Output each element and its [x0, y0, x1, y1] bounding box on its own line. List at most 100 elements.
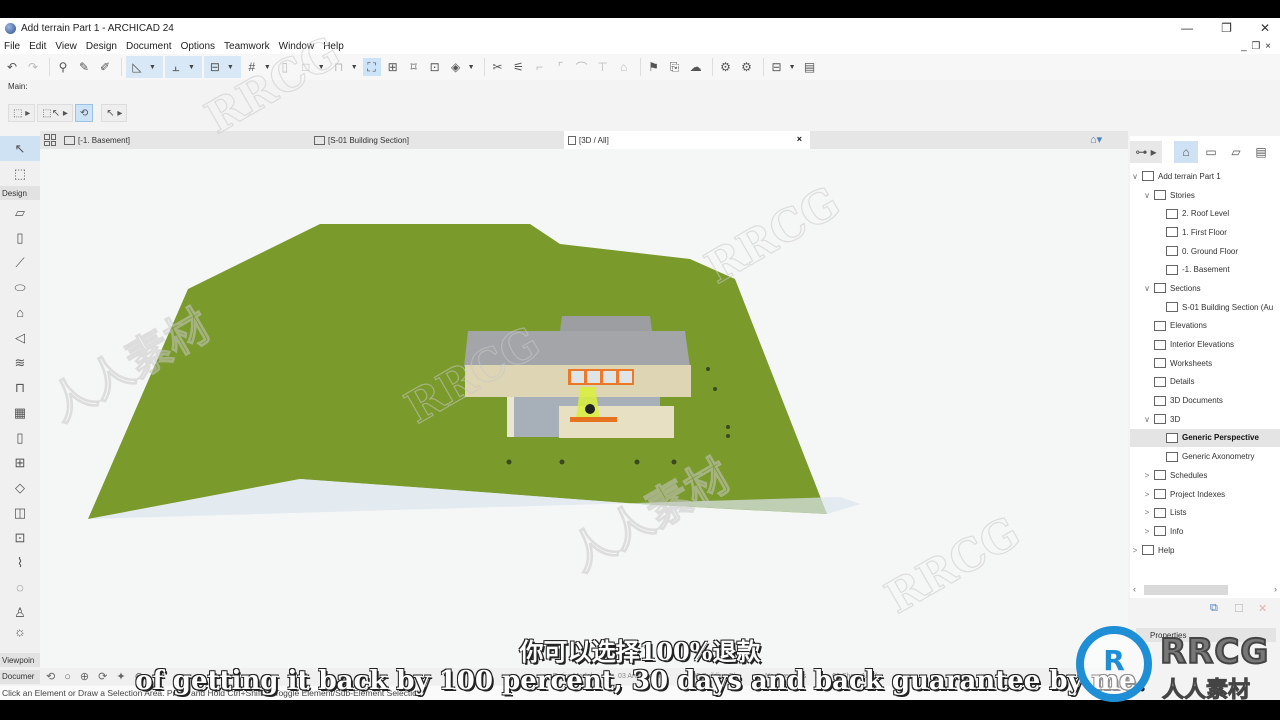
publisher-sets-icon[interactable]: ▤ — [1249, 141, 1273, 163]
organizer-icon[interactable]: ⊶ ▸ — [1130, 141, 1162, 163]
offset-icon[interactable]: ⌜ — [552, 58, 570, 76]
layout-book-icon[interactable]: ▱ — [1224, 141, 1248, 163]
render-3d-icon[interactable]: ◈ — [447, 58, 465, 76]
menu-window[interactable]: Window — [279, 41, 315, 52]
menu-help[interactable]: Help — [323, 41, 344, 52]
tree-item[interactable]: ∨ 3D — [1130, 410, 1280, 429]
scroll-left-arrow-icon[interactable]: ‹ — [1133, 584, 1136, 594]
tree-item[interactable]: Generic Axonometry — [1130, 447, 1280, 466]
find-select-icon[interactable]: ⚲ — [54, 58, 72, 76]
tree-item[interactable]: ∨ Sections — [1130, 279, 1280, 298]
dropdown-arrow-icon[interactable]: ▼ — [789, 64, 796, 71]
fillet-icon[interactable]: ⌐ — [531, 58, 549, 76]
dropdown-arrow-icon[interactable]: ▼ — [318, 64, 325, 71]
syringe-icon[interactable]: ✐ — [96, 58, 114, 76]
navigator-horizontal-scrollbar[interactable]: ‹ › — [1130, 584, 1280, 596]
adjust-icon[interactable]: ⊡ — [426, 58, 444, 76]
tree-item[interactable]: Details — [1130, 373, 1280, 392]
dropdown-arrow-icon[interactable]: ▼ — [264, 64, 271, 71]
menu-file[interactable]: File — [4, 41, 20, 52]
view-map-icon[interactable]: ▭ — [1199, 141, 1223, 163]
scissors-icon[interactable]: ✂ — [489, 58, 507, 76]
teamwork-icon[interactable]: ⊓ — [330, 58, 348, 76]
terrain-mesh[interactable] — [88, 224, 827, 519]
chevron-right-icon[interactable]: > — [1142, 508, 1152, 517]
stair-icon[interactable]: ≋ — [0, 350, 40, 375]
tree-item[interactable]: > Schedules — [1130, 466, 1280, 485]
chevron-down-icon[interactable]: ∨ — [1142, 284, 1152, 293]
flag-icon[interactable]: ⚑ — [645, 58, 663, 76]
document-window-controls[interactable]: _ ❐ × — [1241, 41, 1272, 52]
tab-overview-grid-icon[interactable] — [44, 134, 56, 146]
section-icon[interactable]: ⛶ — [362, 58, 381, 76]
publish-icon[interactable]: ⎘ — [666, 58, 684, 76]
chevron-down-icon[interactable]: ∨ — [1142, 415, 1152, 424]
zone-icon[interactable]: ⊡ — [0, 525, 40, 550]
scrollbar-thumb[interactable] — [1144, 585, 1228, 595]
navigator-view-toggle[interactable]: ⌂▾ — [1090, 133, 1102, 146]
tree-item[interactable]: 2. Roof Level — [1130, 204, 1280, 223]
layout-icon[interactable]: ▤ — [801, 58, 819, 76]
magic-wand-icon[interactable]: ⚟ — [510, 58, 528, 76]
morph-icon[interactable]: ◌ — [0, 575, 40, 600]
tree-item[interactable]: Generic Perspective — [1130, 428, 1280, 448]
tree-item[interactable]: > Info — [1130, 522, 1280, 541]
door-icon[interactable]: ▯ — [0, 425, 40, 450]
teamwork-receive-icon[interactable]: ⚙ — [738, 58, 756, 76]
window-icon[interactable]: ⊞ — [0, 450, 40, 475]
tab-close-button[interactable]: × — [797, 134, 802, 144]
tree-item[interactable]: Elevations — [1130, 317, 1280, 336]
curtain-wall-icon[interactable]: ▦ — [0, 400, 40, 425]
chevron-down-icon[interactable]: ∨ — [1130, 172, 1140, 181]
navigator-delete-icon[interactable]: ✕ — [1258, 602, 1267, 615]
tree-item[interactable]: Interior Elevations — [1130, 335, 1280, 354]
curve-icon[interactable]: ⌒ — [573, 58, 591, 76]
toolbox-section-design[interactable]: Design — [0, 186, 40, 200]
tree-item[interactable]: Worksheets — [1130, 354, 1280, 373]
menu-options[interactable]: Options — [181, 41, 215, 52]
menu-edit[interactable]: Edit — [29, 41, 46, 52]
column-icon[interactable]: ▯ — [0, 225, 40, 250]
wall-end-icon[interactable]: ◫ — [0, 500, 40, 525]
teamwork-send-icon[interactable]: ⚙ — [717, 58, 735, 76]
shell-icon[interactable]: ◁ — [0, 325, 40, 350]
guide-lines-button[interactable]: ◺ ▼ — [126, 56, 163, 78]
lock-icon[interactable]: □ — [297, 58, 315, 76]
tree-item[interactable]: > Lists — [1130, 503, 1280, 522]
snap-guides-button[interactable]: ⫠ ▼ — [164, 56, 202, 78]
skylight-icon[interactable]: ◇ — [0, 475, 40, 500]
undo-icon[interactable]: ↶ — [3, 58, 21, 76]
elevation-icon[interactable]: ⊞ — [384, 58, 402, 76]
scroll-right-arrow-icon[interactable]: › — [1274, 584, 1277, 594]
tree-item[interactable]: ∨ Stories — [1130, 186, 1280, 205]
project-map-icon[interactable]: ⌂ — [1174, 141, 1198, 163]
tree-item[interactable]: S-01 Building Section (Au — [1130, 298, 1280, 317]
menu-design[interactable]: Design — [86, 41, 117, 52]
tree-item[interactable]: > Help — [1130, 541, 1280, 560]
tree-item[interactable]: 0. Ground Floor — [1130, 242, 1280, 261]
orbit-tool-button[interactable]: ⟲ — [74, 104, 94, 122]
3d-viewport[interactable] — [40, 149, 1128, 668]
tree-item[interactable]: ∨ Add terrain Part 1 — [1130, 167, 1280, 186]
menu-view[interactable]: View — [55, 41, 77, 52]
grid-snap-icon[interactable]: # — [243, 58, 261, 76]
tree-item[interactable]: -1. Basement — [1130, 260, 1280, 279]
arrow-tool-button[interactable]: ↖ ▸ — [101, 104, 128, 122]
roof-icon[interactable]: ⌂ — [0, 300, 40, 325]
minimize-button[interactable]: — — [1181, 21, 1193, 35]
chevron-right-icon[interactable]: > — [1142, 471, 1152, 480]
roof-icon[interactable]: ⌂ — [615, 58, 633, 76]
railing-icon[interactable]: ⊓ — [0, 375, 40, 400]
cloud-icon[interactable]: ☁ — [687, 58, 705, 76]
chevron-right-icon[interactable]: > — [1142, 490, 1152, 499]
marquee-tool[interactable]: ⬚ — [0, 161, 40, 186]
tree-item[interactable]: 1. First Floor — [1130, 223, 1280, 242]
tab-3d-all[interactable]: [3D / All] × — [564, 131, 810, 149]
tree-item[interactable]: > Project Indexes — [1130, 485, 1280, 504]
split-icon[interactable]: ⊤ — [594, 58, 612, 76]
menu-teamwork[interactable]: Teamwork — [224, 41, 270, 52]
chevron-down-icon[interactable]: ∨ — [1142, 191, 1152, 200]
dropdown-arrow-icon[interactable]: ▼ — [468, 64, 475, 71]
eyedropper-icon[interactable]: ✎ — [75, 58, 93, 76]
chevron-right-icon[interactable]: > — [1142, 527, 1152, 536]
